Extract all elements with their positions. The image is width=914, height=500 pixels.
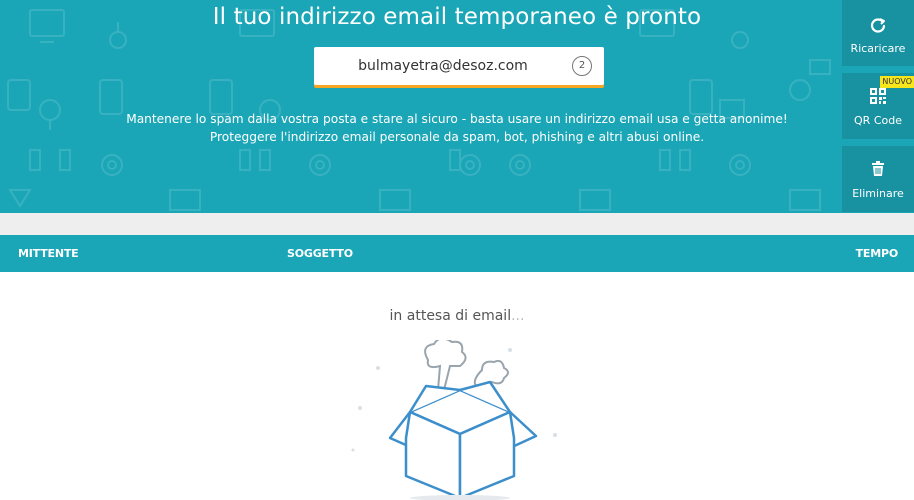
delete-label: Eliminare: [852, 187, 904, 200]
waiting-message: in attesa di email...: [0, 308, 914, 324]
side-actions: Ricaricare QR Code NUOVO Eliminare: [842, 0, 914, 213]
waiting-text: in attesa di email: [389, 308, 512, 324]
inbox-table-header: MITTENTE SOGGETTO TEMPO: [0, 235, 914, 272]
email-address-box[interactable]: bulmayetra@desoz.com 2: [314, 47, 604, 85]
column-sender: MITTENTE: [18, 247, 79, 260]
qr-code-icon: [870, 88, 886, 104]
hero-banner: Il tuo indirizzo email temporaneo è pron…: [0, 0, 914, 213]
copy-count-button[interactable]: 2: [572, 56, 592, 76]
section-divider: [0, 213, 914, 235]
background-pattern: [7, 9, 831, 211]
column-time: TEMPO: [855, 247, 899, 260]
waiting-dots: ...: [511, 308, 525, 324]
column-subject: SOGGETTO: [287, 247, 353, 260]
refresh-icon: [870, 18, 886, 33]
page-title: Il tuo indirizzo email temporaneo è pron…: [212, 4, 702, 30]
empty-box-illustration: [351, 340, 557, 500]
hero-description: Mantenere lo spam dalla vostra posta e s…: [126, 112, 788, 144]
refresh-label: Ricaricare: [850, 42, 906, 55]
email-address[interactable]: bulmayetra@desoz.com: [314, 47, 572, 85]
refresh-button[interactable]: Ricaricare: [842, 0, 914, 66]
new-badge: NUOVO: [880, 76, 914, 88]
trash-icon: [872, 161, 884, 176]
qr-code-label: QR Code: [854, 114, 902, 127]
delete-button[interactable]: Eliminare: [842, 146, 914, 212]
